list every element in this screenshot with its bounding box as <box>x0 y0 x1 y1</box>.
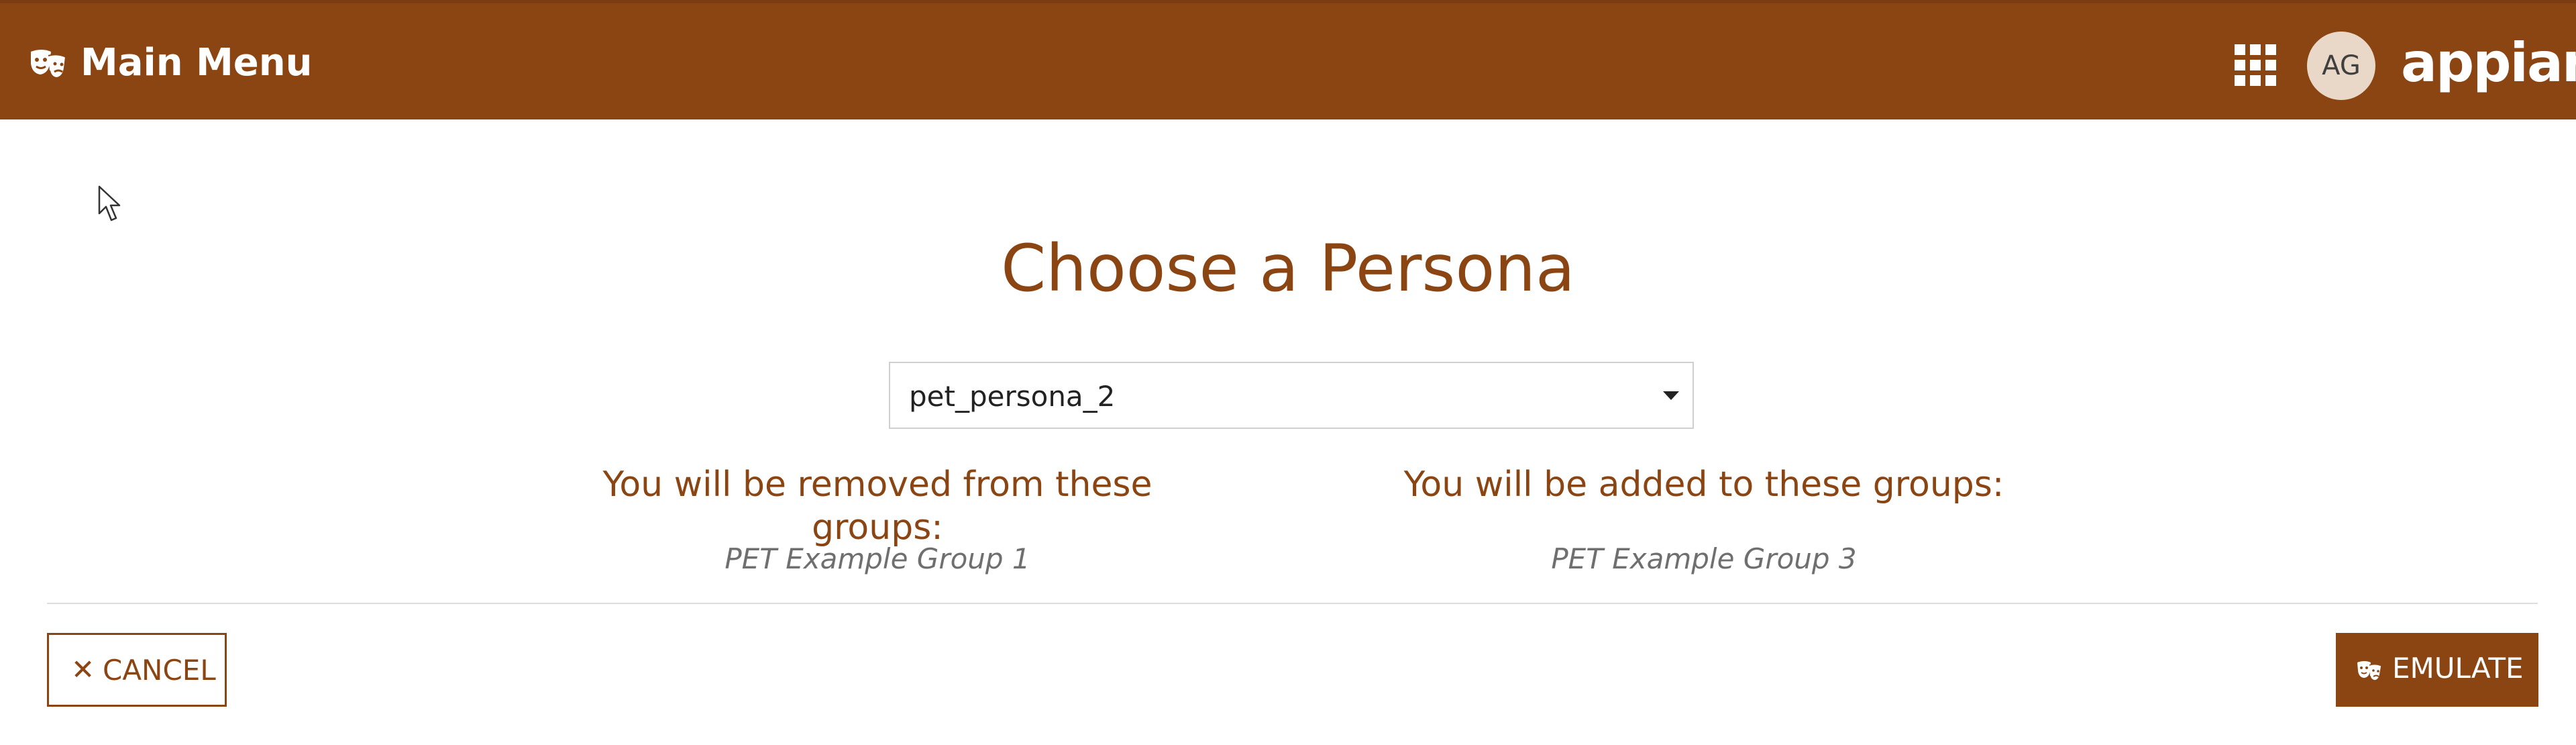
appian-logo: appian <box>2401 32 2576 94</box>
divider <box>47 603 2538 604</box>
page-title: Choose a Persona <box>1001 231 1575 306</box>
close-icon: ✕ <box>71 653 95 686</box>
user-avatar[interactable]: AG <box>2307 32 2375 100</box>
cancel-button-label: CANCEL <box>103 654 216 687</box>
theater-masks-icon <box>2357 661 2382 681</box>
theater-masks-icon <box>31 50 67 79</box>
persona-dropdown[interactable]: pet_persona_2 <box>889 362 1694 429</box>
top-header: Main Menu AG appian <box>0 0 2576 119</box>
persona-dropdown-value: pet_persona_2 <box>909 380 1116 413</box>
removed-groups-heading: You will be removed from these groups: <box>602 464 1152 548</box>
caret-down-icon <box>1663 391 1679 400</box>
added-groups-heading: You will be added to these groups: <box>1403 464 2004 505</box>
main-menu-title[interactable]: Main Menu <box>80 38 313 88</box>
cancel-button[interactable]: ✕ CANCEL <box>47 633 227 707</box>
grid-apps-icon[interactable] <box>2235 44 2276 86</box>
removed-group-item: PET Example Group 1 <box>724 542 1030 575</box>
added-group-item: PET Example Group 3 <box>1551 542 1857 575</box>
mouse-cursor-icon <box>98 185 121 221</box>
emulate-button[interactable]: EMULATE <box>2336 633 2538 707</box>
emulate-button-label: EMULATE <box>2392 652 2524 685</box>
